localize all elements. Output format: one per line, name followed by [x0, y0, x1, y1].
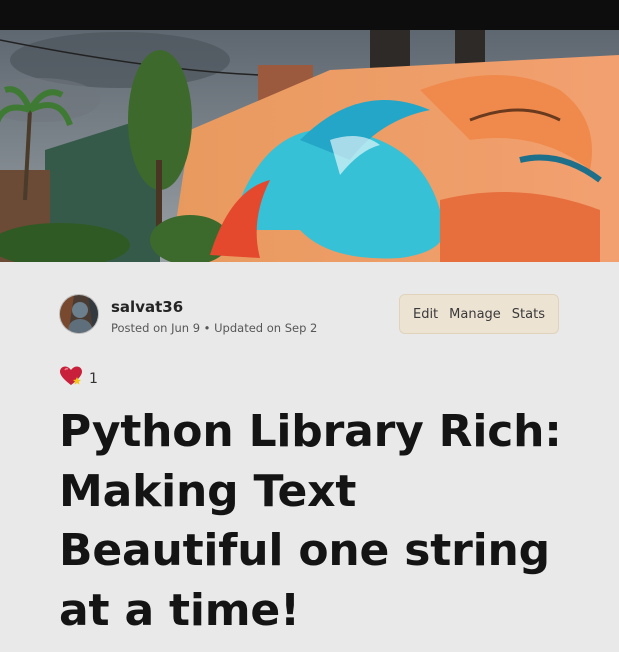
- post-dates: Posted on Jun 9 • Updated on Sep 2: [111, 321, 317, 335]
- author-actions: Edit Manage Stats: [399, 294, 559, 334]
- reactions[interactable]: 1: [59, 365, 98, 392]
- sparkle-heart-icon: [59, 365, 83, 392]
- updated-date: Updated on Sep 2: [214, 321, 318, 335]
- posted-date: Posted on Jun 9: [111, 321, 201, 335]
- cover-image: [0, 0, 619, 262]
- article-meta: salvat36 Posted on Jun 9 • Updated on Se…: [59, 294, 559, 336]
- reaction-count: 1: [89, 370, 98, 387]
- avatar[interactable]: [59, 294, 99, 334]
- edit-button[interactable]: Edit: [413, 307, 438, 322]
- manage-button[interactable]: Manage: [449, 307, 501, 322]
- article-title: Python Library Rich: Making Text Beautif…: [59, 406, 562, 636]
- stats-button[interactable]: Stats: [512, 307, 545, 322]
- author-name[interactable]: salvat36: [111, 298, 183, 316]
- date-separator: •: [203, 321, 211, 335]
